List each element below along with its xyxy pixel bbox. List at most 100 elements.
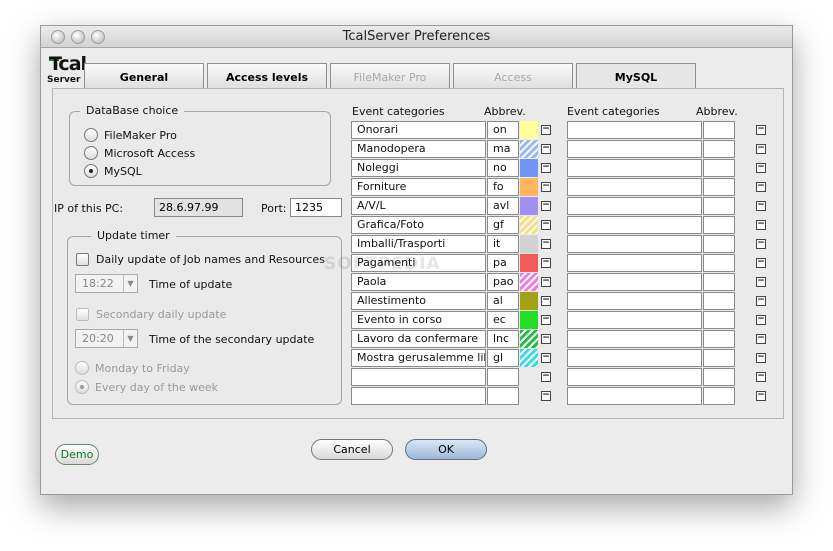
- category-abbrev-field[interactable]: al: [487, 292, 519, 310]
- category-name-field[interactable]: [567, 140, 702, 158]
- radio-button[interactable]: [84, 146, 98, 160]
- radio-microsoft-access[interactable]: Microsoft Access: [84, 146, 195, 160]
- radio-mysql[interactable]: MySQL: [84, 164, 142, 178]
- category-color-swatch[interactable]: [520, 292, 538, 310]
- category-name-field[interactable]: Paola: [351, 273, 486, 291]
- category-abbrev-field[interactable]: ma: [487, 140, 519, 158]
- remove-category-button[interactable]: −: [541, 372, 551, 382]
- category-color-swatch[interactable]: [520, 349, 538, 367]
- category-abbrev-field[interactable]: [703, 235, 735, 253]
- category-abbrev-field[interactable]: [703, 254, 735, 272]
- category-name-field[interactable]: [567, 216, 702, 234]
- category-abbrev-field[interactable]: [487, 368, 519, 386]
- remove-category-button[interactable]: −: [756, 391, 766, 401]
- category-color-swatch[interactable]: [520, 178, 538, 196]
- radio-button[interactable]: [75, 361, 89, 375]
- category-color-swatch[interactable]: [520, 254, 538, 272]
- remove-category-button[interactable]: −: [756, 201, 766, 211]
- secondary-time-select[interactable]: 20:20 ▼: [75, 329, 138, 348]
- category-abbrev-field[interactable]: lnc: [487, 330, 519, 348]
- ok-button[interactable]: OK: [405, 439, 487, 460]
- category-name-field[interactable]: [567, 349, 702, 367]
- category-name-field[interactable]: Evento in corso: [351, 311, 486, 329]
- category-abbrev-field[interactable]: [703, 273, 735, 291]
- category-abbrev-field[interactable]: no: [487, 159, 519, 177]
- tab-access[interactable]: Access: [453, 63, 573, 89]
- category-abbrev-field[interactable]: [703, 140, 735, 158]
- category-name-field[interactable]: [567, 387, 702, 405]
- category-name-field[interactable]: [567, 197, 702, 215]
- category-abbrev-field[interactable]: [703, 368, 735, 386]
- category-color-swatch[interactable]: [520, 273, 538, 291]
- tab-filemaker-pro[interactable]: FileMaker Pro: [330, 63, 450, 89]
- category-abbrev-field[interactable]: avl: [487, 197, 519, 215]
- remove-category-button[interactable]: −: [541, 144, 551, 154]
- category-color-swatch[interactable]: [520, 330, 538, 348]
- remove-category-button[interactable]: −: [541, 258, 551, 268]
- remove-category-button[interactable]: −: [756, 258, 766, 268]
- category-abbrev-field[interactable]: [703, 330, 735, 348]
- category-abbrev-field[interactable]: pa: [487, 254, 519, 272]
- remove-category-button[interactable]: −: [756, 277, 766, 287]
- category-abbrev-field[interactable]: pao: [487, 273, 519, 291]
- category-abbrev-field[interactable]: [703, 216, 735, 234]
- category-name-field[interactable]: Onorari: [351, 121, 486, 139]
- category-abbrev-field[interactable]: gf: [487, 216, 519, 234]
- category-name-field[interactable]: A/V/L: [351, 197, 486, 215]
- remove-category-button[interactable]: −: [541, 296, 551, 306]
- category-name-field[interactable]: [567, 330, 702, 348]
- time-of-update-select[interactable]: 18:22 ▼: [75, 274, 138, 293]
- category-abbrev-field[interactable]: [703, 197, 735, 215]
- category-name-field[interactable]: [567, 368, 702, 386]
- close-window-button[interactable]: [51, 30, 65, 44]
- secondary-update-checkbox[interactable]: Secondary daily update: [76, 308, 226, 321]
- tab-mysql[interactable]: MySQL: [576, 63, 696, 89]
- category-abbrev-field[interactable]: on: [487, 121, 519, 139]
- remove-category-button[interactable]: −: [756, 182, 766, 192]
- category-abbrev-field[interactable]: [703, 311, 735, 329]
- remove-category-button[interactable]: −: [541, 125, 551, 135]
- category-abbrev-field[interactable]: [487, 387, 519, 405]
- category-name-field[interactable]: [567, 254, 702, 272]
- category-name-field[interactable]: Pagamenti: [351, 254, 486, 272]
- remove-category-button[interactable]: −: [541, 239, 551, 249]
- remove-category-button[interactable]: −: [541, 201, 551, 211]
- remove-category-button[interactable]: −: [756, 239, 766, 249]
- category-name-field[interactable]: [351, 368, 486, 386]
- checkbox[interactable]: [76, 253, 89, 266]
- remove-category-button[interactable]: −: [541, 163, 551, 173]
- category-name-field[interactable]: [567, 273, 702, 291]
- radio-filemaker-pro[interactable]: FileMaker Pro: [84, 128, 177, 142]
- category-name-field[interactable]: [567, 121, 702, 139]
- category-color-swatch[interactable]: [520, 311, 538, 329]
- category-name-field[interactable]: Manodopera: [351, 140, 486, 158]
- minimize-window-button[interactable]: [71, 30, 85, 44]
- category-abbrev-field[interactable]: [703, 178, 735, 196]
- category-abbrev-field[interactable]: [703, 292, 735, 310]
- demo-button[interactable]: Demo: [55, 444, 99, 465]
- remove-category-button[interactable]: −: [541, 315, 551, 325]
- category-abbrev-field[interactable]: ec: [487, 311, 519, 329]
- category-name-field[interactable]: Grafica/Foto: [351, 216, 486, 234]
- category-name-field[interactable]: Mostra gerusalemme lib: [351, 349, 486, 367]
- category-abbrev-field[interactable]: fo: [487, 178, 519, 196]
- category-abbrev-field[interactable]: [703, 121, 735, 139]
- zoom-window-button[interactable]: [91, 30, 105, 44]
- category-name-field[interactable]: [567, 311, 702, 329]
- category-name-field[interactable]: Lavoro da confermare: [351, 330, 486, 348]
- category-name-field[interactable]: [567, 178, 702, 196]
- checkbox[interactable]: [76, 308, 89, 321]
- remove-category-button[interactable]: −: [541, 277, 551, 287]
- category-name-field[interactable]: [567, 159, 702, 177]
- category-color-swatch[interactable]: [520, 216, 538, 234]
- remove-category-button[interactable]: −: [541, 353, 551, 363]
- tab-access-levels[interactable]: Access levels: [207, 63, 327, 89]
- remove-category-button[interactable]: −: [756, 315, 766, 325]
- remove-category-button[interactable]: −: [756, 353, 766, 363]
- category-color-swatch[interactable]: [520, 235, 538, 253]
- remove-category-button[interactable]: −: [541, 334, 551, 344]
- category-name-field[interactable]: Imballi/Trasporti: [351, 235, 486, 253]
- remove-category-button[interactable]: −: [756, 296, 766, 306]
- category-abbrev-field[interactable]: [703, 159, 735, 177]
- tab-general[interactable]: General: [84, 63, 204, 89]
